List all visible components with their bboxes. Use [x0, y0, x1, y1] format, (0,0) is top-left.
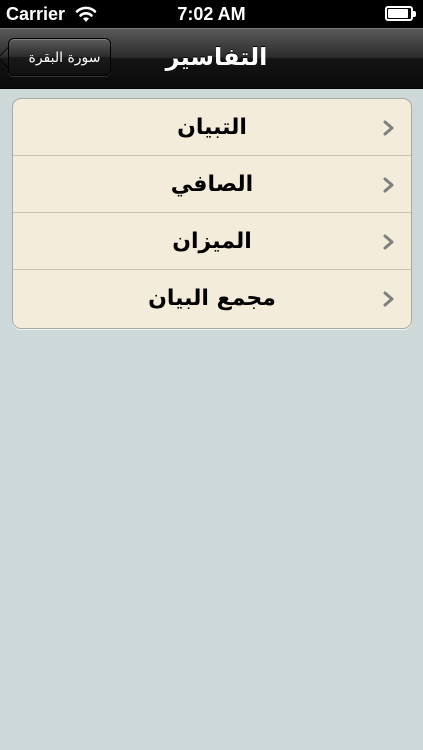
list-item-label: التبيان [177, 115, 247, 140]
battery-icon [385, 6, 416, 21]
chevron-right-icon [383, 177, 394, 193]
chevron-right-icon [383, 120, 394, 136]
chevron-right-icon [383, 291, 394, 307]
list-item[interactable]: مجمع البيان [13, 270, 411, 328]
battery-level [388, 9, 408, 18]
navigation-bar: سورة البقرة التفاسير [0, 28, 423, 89]
page-title: التفاسير [165, 43, 268, 71]
list-item[interactable]: التبيان [13, 99, 411, 156]
list-item[interactable]: الميزان [13, 213, 411, 270]
chevron-right-icon [383, 234, 394, 250]
list-item-label: الصافي [170, 172, 254, 197]
list-item[interactable]: الصافي [13, 156, 411, 213]
back-button[interactable]: سورة البقرة [8, 38, 111, 76]
list-item-label: مجمع البيان [148, 286, 276, 311]
list-item-label: الميزان [172, 229, 252, 254]
clock: 7:02 AM [177, 4, 246, 24]
status-bar: Carrier 7:02 AM [0, 0, 423, 28]
tafsir-list: التبيان الصافي الميزان مجمع البيان [12, 98, 412, 329]
